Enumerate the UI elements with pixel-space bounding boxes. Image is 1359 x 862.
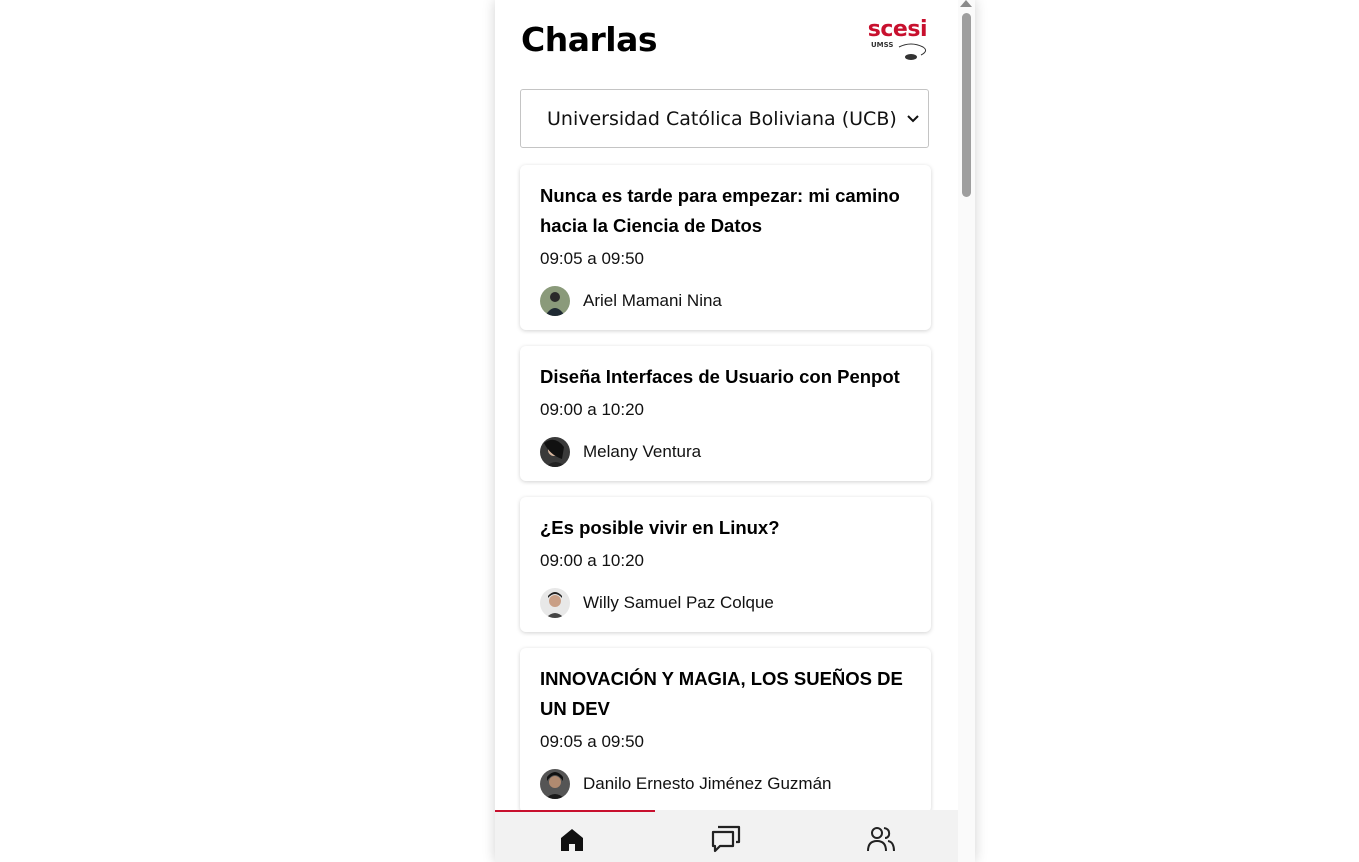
talk-time: 09:05 a 09:50 [540,732,644,751]
chevron-down-icon [907,115,919,123]
speaker-name: Danilo Ernesto Jiménez Guzmán [583,774,832,793]
mouse-cable-icon [898,43,927,60]
header: Charlas scesi UMSS [521,14,931,64]
talk-card[interactable]: INNOVACIÓN Y MAGIA, LOS SUEÑOS DE UN DEV… [520,648,931,813]
avatar [540,286,570,316]
university-select[interactable]: Universidad Católica Boliviana (UCB) [520,89,929,148]
speaker: Willy Samuel Paz Colque [540,588,911,618]
active-tab-indicator [495,810,655,812]
talk-card[interactable]: Nunca es tarde para empezar: mi camino h… [520,165,931,330]
speaker: Danilo Ernesto Jiménez Guzmán [540,769,911,799]
scroll-up-arrow-icon[interactable] [960,0,972,7]
page-title: Charlas [521,19,657,59]
talk-title: INNOVACIÓN Y MAGIA, LOS SUEÑOS DE UN DEV [540,668,903,719]
people-icon [866,827,895,852]
talk-title: Diseña Interfaces de Usuario con Penpot [540,366,900,387]
logo-word: scesi [867,17,928,42]
speaker-name: Ariel Mamani Nina [583,291,722,310]
avatar [540,769,570,799]
talk-list: Nunca es tarde para empezar: mi camino h… [520,165,931,829]
talk-card[interactable]: Diseña Interfaces de Usuario con Penpot … [520,346,931,481]
chat-icon [712,825,741,853]
avatar [540,437,570,467]
speaker: Ariel Mamani Nina [540,286,911,316]
nav-speakers[interactable] [804,810,958,862]
home-icon [561,829,584,851]
university-select-value: Universidad Católica Boliviana (UCB) [547,107,897,130]
avatar [540,588,570,618]
nav-home[interactable] [495,810,649,862]
talk-time: 09:05 a 09:50 [540,249,644,268]
talk-card[interactable]: ¿Es posible vivir en Linux? 09:00 a 10:2… [520,497,931,632]
talk-title: Nunca es tarde para empezar: mi camino h… [540,185,900,236]
speaker-name: Melany Ventura [583,442,702,461]
speaker-name: Willy Samuel Paz Colque [583,593,774,612]
logo-sub: UMSS [871,41,894,49]
talk-title: ¿Es posible vivir en Linux? [540,517,780,538]
scrollbar[interactable] [958,0,975,862]
scesi-logo: scesi UMSS [867,17,931,61]
speaker: Melany Ventura [540,437,911,467]
bottom-nav [495,810,958,862]
app-screen: Charlas scesi UMSS Universidad Católica … [495,0,975,862]
talk-time: 09:00 a 10:20 [540,551,644,570]
talk-time: 09:00 a 10:20 [540,400,644,419]
nav-talks[interactable] [649,810,803,862]
scrollbar-thumb[interactable] [962,13,971,197]
